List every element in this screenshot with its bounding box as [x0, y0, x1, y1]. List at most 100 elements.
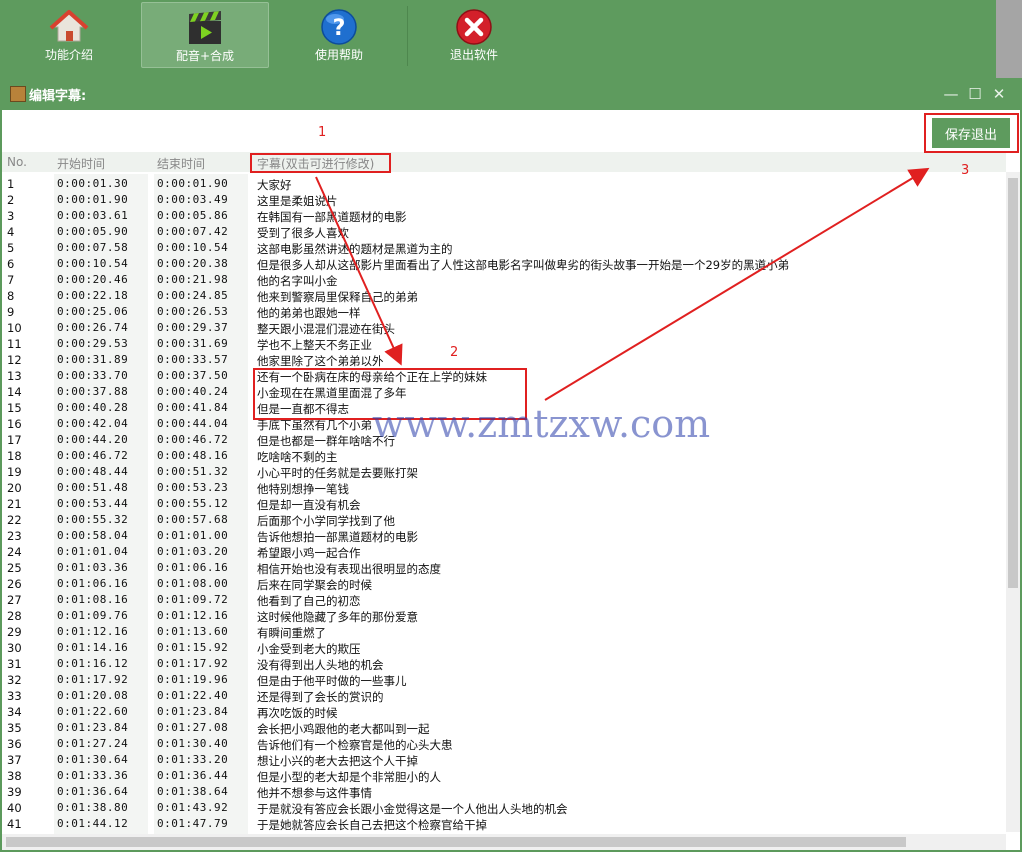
table-row[interactable]: 6 0:00:10.54 0:00:20.38 但是很多人却从这部影片里面看出了人性这… [2, 254, 1006, 272]
row-end-time: 0:00:46.72 [157, 433, 229, 446]
annotation-number-3: 3 [961, 163, 970, 178]
table-row[interactable]: 8 0:00:22.18 0:00:24.85 他来到警察局里保释自己的弟弟 [2, 286, 1006, 304]
table-row[interactable]: 7 0:00:20.46 0:00:21.98 他的名字叫小金 [2, 270, 1006, 288]
minimize-button[interactable]: — [942, 85, 960, 103]
row-end-time: 0:00:37.50 [157, 369, 229, 382]
table-row[interactable]: 9 0:00:25.06 0:00:26.53 他的弟弟也跟她一样 [2, 302, 1006, 320]
table-row[interactable]: 23 0:00:58.04 0:01:01.00 告诉他想拍一部黑道题材的电影 [2, 526, 1006, 544]
row-end-time: 0:01:03.20 [157, 545, 229, 558]
row-number: 14 [7, 385, 22, 399]
table-row[interactable]: 5 0:00:07.58 0:00:10.54 这部电影虽然讲述的题材是黑道为主的 [2, 238, 1006, 256]
row-end-time: 0:00:07.42 [157, 225, 229, 238]
row-start-time: 0:00:37.88 [57, 385, 129, 398]
vertical-scroll-thumb[interactable] [1008, 178, 1018, 588]
row-number: 17 [7, 433, 22, 447]
table-row[interactable]: 36 0:01:27.24 0:01:30.40 告诉他们有一个检察官是他的心头大患 [2, 734, 1006, 752]
header-no[interactable]: No. [7, 155, 27, 169]
row-number: 4 [7, 225, 15, 239]
table-row[interactable]: 29 0:01:12.16 0:01:13.60 有瞬间重燃了 [2, 622, 1006, 640]
table-row[interactable]: 22 0:00:55.32 0:00:57.68 后面那个小学同学找到了他 [2, 510, 1006, 528]
row-start-time: 0:01:20.08 [57, 689, 129, 702]
row-end-time: 0:00:29.37 [157, 321, 229, 334]
svg-text:?: ? [333, 16, 346, 41]
table-row[interactable]: 26 0:01:06.16 0:01:08.00 后来在同学聚会的时候 [2, 574, 1006, 592]
table-row[interactable]: 27 0:01:08.16 0:01:09.72 他看到了自己的初恋 [2, 590, 1006, 608]
row-end-time: 0:00:05.86 [157, 209, 229, 222]
row-end-time: 0:01:06.16 [157, 561, 229, 574]
table-row[interactable]: 19 0:00:48.44 0:00:51.32 小心平时的任务就是去要账打架 [2, 462, 1006, 480]
horizontal-scroll-thumb[interactable] [6, 837, 906, 847]
row-number: 2 [7, 193, 15, 207]
row-end-time: 0:01:30.40 [157, 737, 229, 750]
row-start-time: 0:01:08.16 [57, 593, 129, 606]
toolbar-button-exit[interactable]: 退出软件 [411, 2, 537, 66]
row-start-time: 0:00:55.32 [57, 513, 129, 526]
row-number: 1 [7, 177, 15, 191]
row-end-time: 0:00:26.53 [157, 305, 229, 318]
maximize-button[interactable]: ☐ [966, 85, 984, 103]
row-end-time: 0:01:15.92 [157, 641, 229, 654]
toolbar-button-dubbing-merge[interactable]: 配音+合成 [141, 2, 269, 68]
table-row[interactable]: 35 0:01:23.84 0:01:27.08 会长把小鸡跟他的老大都叫到一起 [2, 718, 1006, 736]
toolbar-button-help[interactable]: ? 使用帮助 [276, 2, 402, 66]
table-row[interactable]: 32 0:01:17.92 0:01:19.96 但是由于他平时做的一些事儿 [2, 670, 1006, 688]
header-start-time[interactable]: 开始时间 [57, 155, 105, 172]
header-end-time[interactable]: 结束时间 [157, 155, 205, 172]
top-toolbar: 功能介绍 配音+合成 ? 使用帮助 退出软件 [0, 0, 1022, 78]
toolbar-button-feature-intro[interactable]: 功能介绍 [6, 2, 132, 66]
table-row[interactable]: 25 0:01:03.36 0:01:06.16 相信开始也没有表现出很明显的态度 [2, 558, 1006, 576]
table-row[interactable]: 20 0:00:51.48 0:00:53.23 他特别想挣一笔钱 [2, 478, 1006, 496]
subtitle-table-body: 1 0:00:01.30 0:00:01.90 大家好 2 0:00:01.90 0:00:… [2, 174, 1006, 834]
annotation-box-save [924, 113, 1019, 153]
row-start-time: 0:00:51.48 [57, 481, 129, 494]
row-end-time: 0:01:33.20 [157, 753, 229, 766]
table-row[interactable]: 40 0:01:38.80 0:01:43.92 于是就没有答应会长跟小金觉得这是一个… [2, 798, 1006, 816]
horizontal-scrollbar[interactable] [2, 834, 1006, 850]
vertical-scrollbar[interactable] [1006, 172, 1020, 832]
table-row[interactable]: 37 0:01:30.64 0:01:33.20 想让小兴的老大去把这个人干掉 [2, 750, 1006, 768]
table-row[interactable]: 24 0:01:01.04 0:01:03.20 希望跟小鸡一起合作 [2, 542, 1006, 560]
row-number: 25 [7, 561, 22, 575]
row-start-time: 0:00:29.53 [57, 337, 129, 350]
row-start-time: 0:01:36.64 [57, 785, 129, 798]
row-number: 21 [7, 497, 22, 511]
row-start-time: 0:00:46.72 [57, 449, 129, 462]
table-row[interactable]: 2 0:00:01.90 0:00:03.49 这里是柔姐说片 [2, 190, 1006, 208]
table-row[interactable]: 21 0:00:53.44 0:00:55.12 但是却一直没有机会 [2, 494, 1006, 512]
table-row[interactable]: 39 0:01:36.64 0:01:38.64 他并不想参与这件事情 [2, 782, 1006, 800]
row-end-time: 0:00:51.32 [157, 465, 229, 478]
row-end-time: 0:01:12.16 [157, 609, 229, 622]
background-window-edge [996, 0, 1022, 78]
row-start-time: 0:00:25.06 [57, 305, 129, 318]
row-start-time: 0:01:03.36 [57, 561, 129, 574]
row-end-time: 0:00:41.84 [157, 401, 229, 414]
row-end-time: 0:01:43.92 [157, 801, 229, 814]
row-number: 29 [7, 625, 22, 639]
table-row[interactable]: 31 0:01:16.12 0:01:17.92 没有得到出人头地的机会 [2, 654, 1006, 672]
table-row[interactable]: 34 0:01:22.60 0:01:23.84 再次吃饭的时候 [2, 702, 1006, 720]
row-number: 20 [7, 481, 22, 495]
row-end-time: 0:01:27.08 [157, 721, 229, 734]
row-number: 18 [7, 449, 22, 463]
table-row[interactable]: 10 0:00:26.74 0:00:29.37 整天跟小混混们混迹在街头 [2, 318, 1006, 336]
table-row[interactable]: 12 0:00:31.89 0:00:33.57 他家里除了这个弟弟以外 [2, 350, 1006, 368]
row-end-time: 0:00:20.38 [157, 257, 229, 270]
table-row[interactable]: 1 0:00:01.30 0:00:01.90 大家好 [2, 174, 1006, 192]
table-row[interactable]: 11 0:00:29.53 0:00:31.69 学也不上整天不务正业 [2, 334, 1006, 352]
close-button[interactable]: ✕ [990, 85, 1008, 103]
row-number: 38 [7, 769, 22, 783]
table-row[interactable]: 28 0:01:09.76 0:01:12.16 这时候他隐藏了多年的那份爱意 [2, 606, 1006, 624]
video-clapper-icon [189, 11, 221, 44]
row-start-time: 0:00:44.20 [57, 433, 129, 446]
table-row[interactable]: 38 0:01:33.36 0:01:36.44 但是小型的老大却是个非常胆小的人 [2, 766, 1006, 784]
table-row[interactable]: 18 0:00:46.72 0:00:48.16 吃啥啥不剩的主 [2, 446, 1006, 464]
table-row[interactable]: 33 0:01:20.08 0:01:22.40 还是得到了会长的赏识的 [2, 686, 1006, 704]
table-row[interactable]: 41 0:01:44.12 0:01:47.79 于是她就答应会长自己去把这个检察官给… [2, 814, 1006, 832]
row-number: 24 [7, 545, 22, 559]
row-number: 12 [7, 353, 22, 367]
table-row[interactable]: 30 0:01:14.16 0:01:15.92 小金受到老大的欺压 [2, 638, 1006, 656]
row-start-time: 0:00:01.90 [57, 193, 129, 206]
table-row[interactable]: 3 0:00:03.61 0:00:05.86 在韩国有一部黑道题材的电影 [2, 206, 1006, 224]
row-number: 33 [7, 689, 22, 703]
table-row[interactable]: 4 0:00:05.90 0:00:07.42 受到了很多人喜欢 [2, 222, 1006, 240]
